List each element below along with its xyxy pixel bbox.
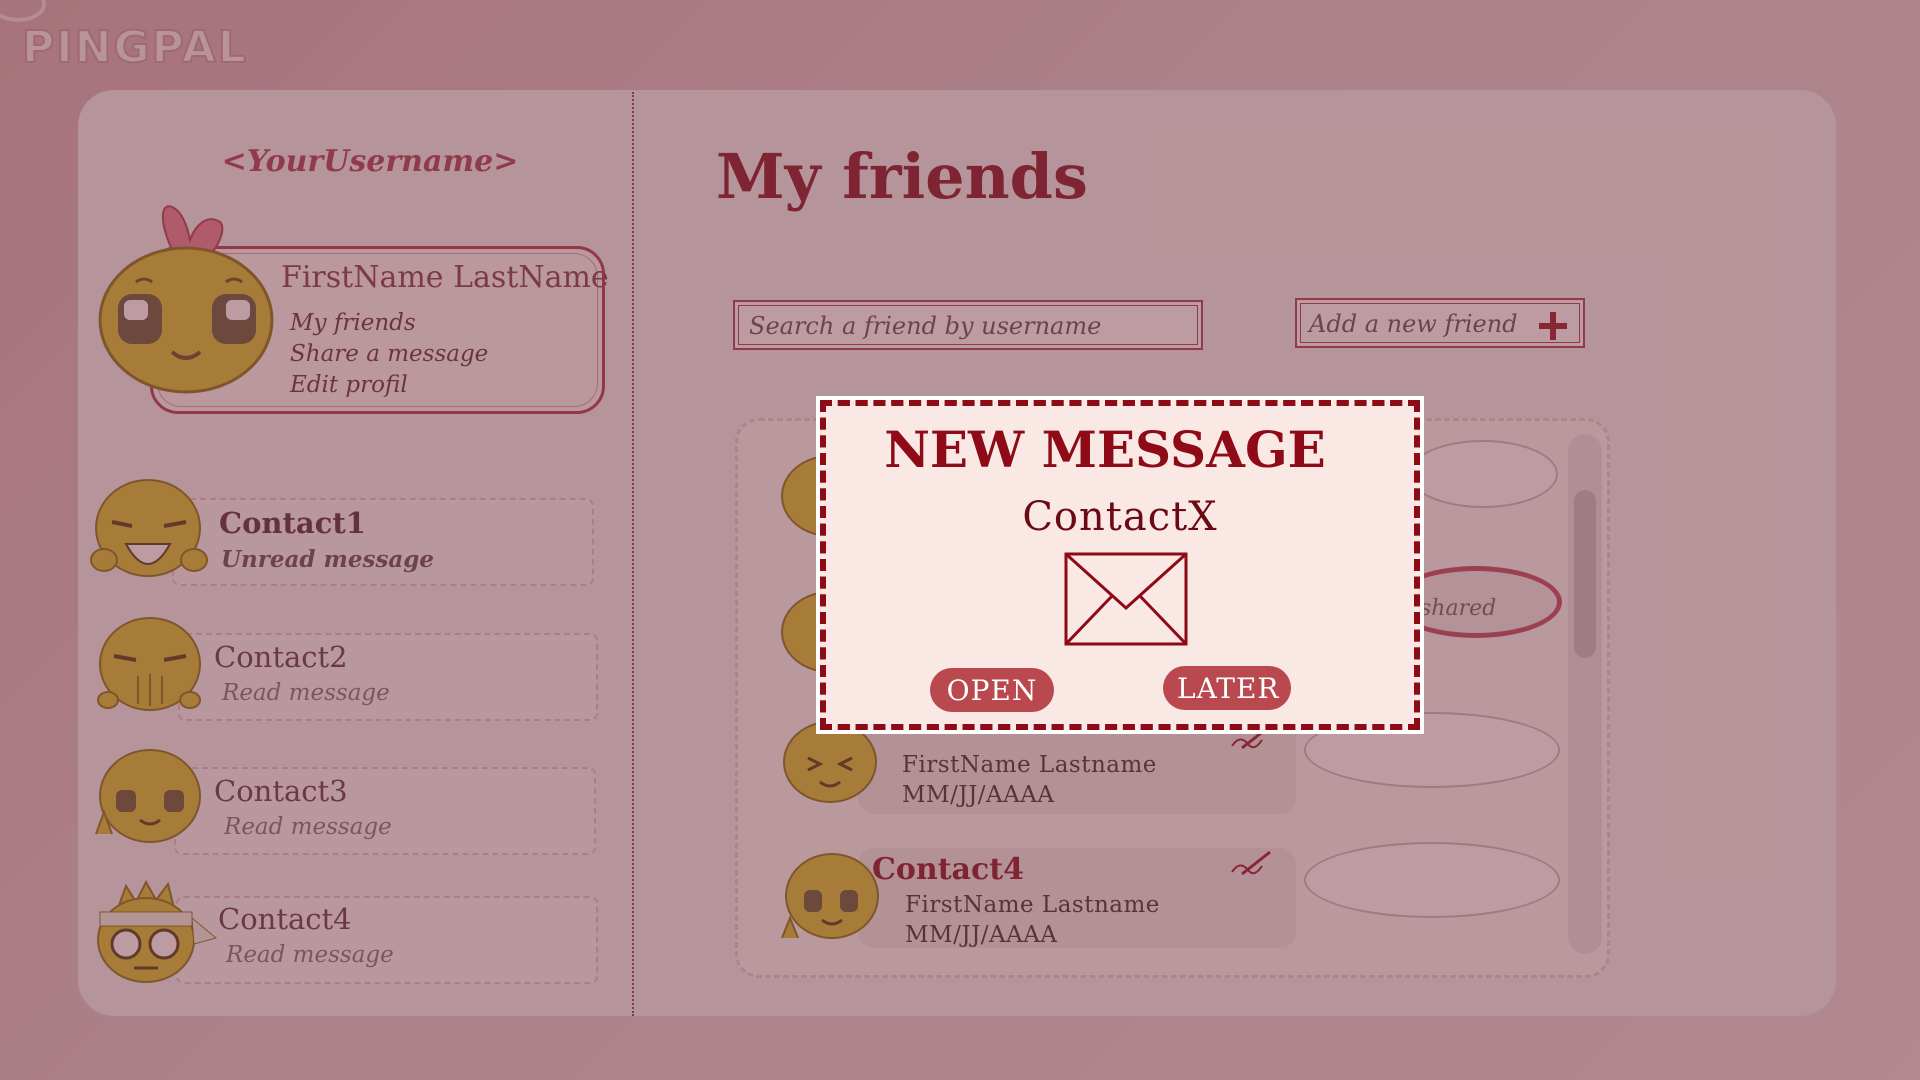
- modal-contact-name: ContactX: [1022, 494, 1218, 540]
- open-button[interactable]: OPEN: [930, 668, 1054, 712]
- modal-title: NEW MESSAGE: [884, 420, 1326, 479]
- later-button[interactable]: LATER: [1163, 666, 1291, 710]
- envelope-icon: [1064, 552, 1188, 646]
- new-message-modal: NEW MESSAGE ContactX OPEN LATER: [816, 396, 1424, 734]
